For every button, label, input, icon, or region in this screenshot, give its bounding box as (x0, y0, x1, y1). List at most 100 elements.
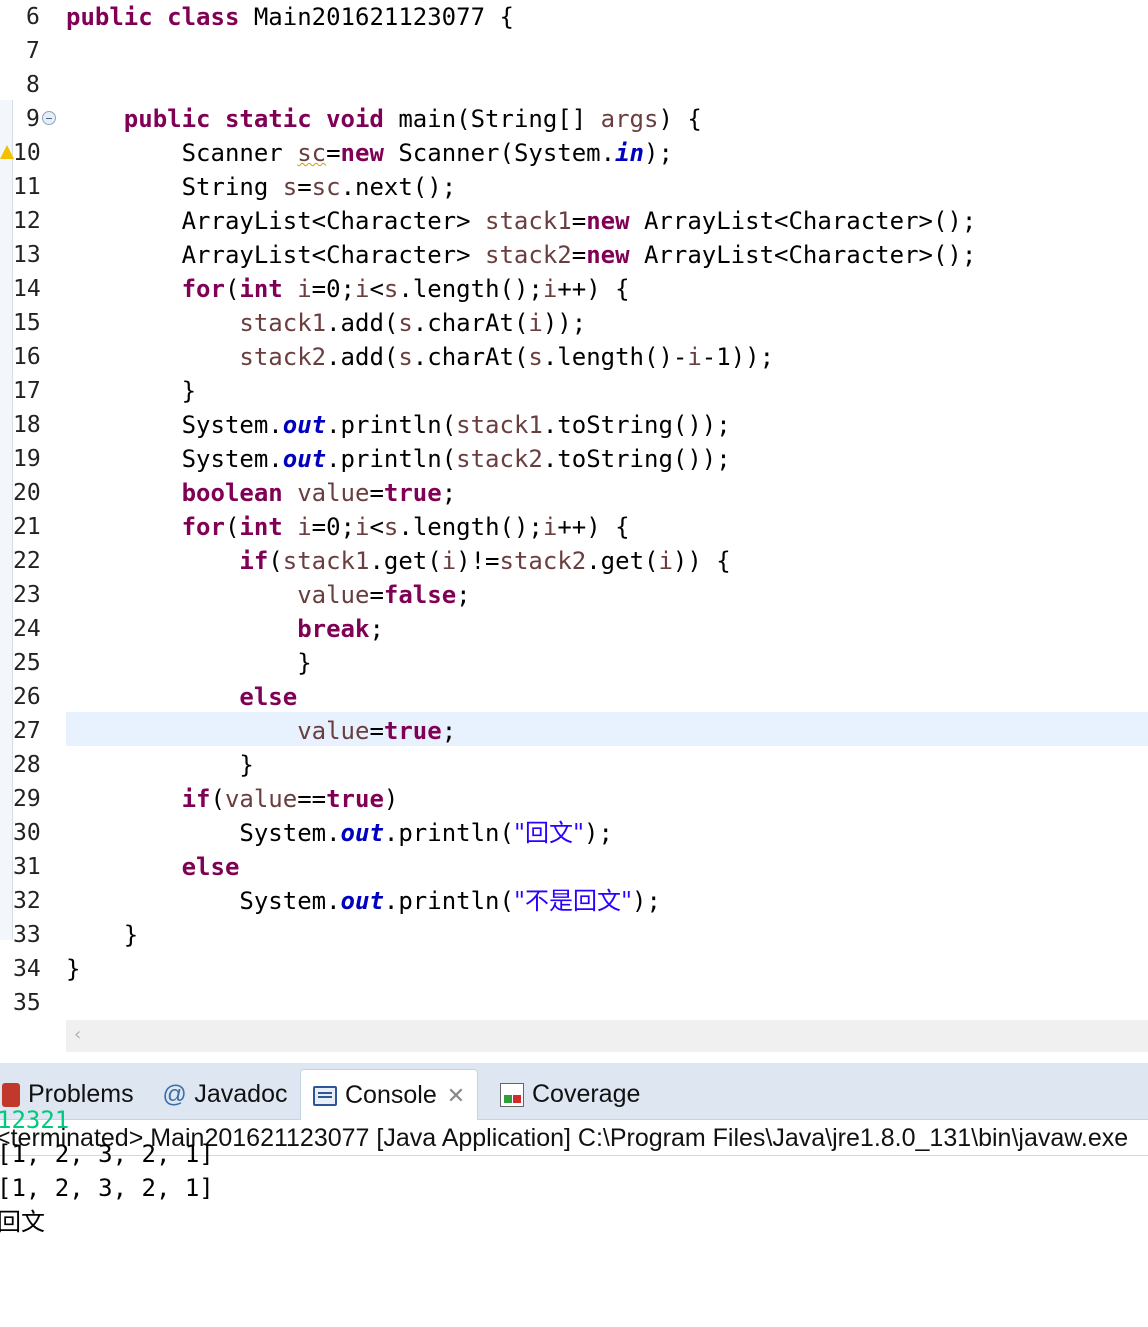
line-number: 33 (13, 922, 41, 948)
code-token: stack2 (239, 343, 327, 371)
code-token: ArrayList<Character> (66, 207, 486, 235)
code-line[interactable]: 22 if(stack1.get(i)!=stack2.get(i)) { (0, 544, 1148, 578)
code-line[interactable]: 31 else (0, 850, 1148, 884)
code-token: = (369, 479, 384, 507)
code-line[interactable]: 9 public static void main(String[] args)… (0, 102, 1148, 136)
code-line[interactable]: 32 System.out.println("不是回文"); (0, 884, 1148, 918)
code-token: .println( (326, 411, 457, 439)
line-number: 19 (13, 446, 41, 472)
code-token: ( (224, 275, 240, 303)
code-token: Scanner (66, 139, 298, 167)
horizontal-scrollbar[interactable]: ‹ (66, 1020, 1148, 1052)
code-line[interactable]: 21 for(int i=0;i<s.length();i++) { (0, 510, 1148, 544)
code-line[interactable]: 13 ArrayList<Character> stack2=new Array… (0, 238, 1148, 272)
code-text: if(value==true) (66, 782, 399, 816)
code-token: ( (224, 513, 240, 541)
code-line[interactable]: 15 stack1.add(s.charAt(i)); (0, 306, 1148, 340)
line-number: 16 (13, 344, 41, 370)
code-line[interactable]: 17 } (0, 374, 1148, 408)
code-token: i (542, 513, 558, 541)
code-token: i (542, 275, 558, 303)
code-line[interactable]: 30 System.out.println("回文"); (0, 816, 1148, 850)
code-line[interactable]: 8 (0, 68, 1148, 102)
fold-collapse-icon[interactable] (42, 111, 56, 125)
code-token: new (586, 241, 644, 269)
code-text: stack2.add(s.charAt(s.length()-i-1)); (66, 340, 774, 374)
code-token: .charAt( (412, 343, 529, 371)
code-token: boolean (181, 479, 298, 507)
tab-javadoc[interactable]: @ Javadoc (162, 1069, 288, 1119)
tab-label: Javadoc (194, 1080, 288, 1108)
code-line[interactable]: 14 for(int i=0;i<s.length();i++) { (0, 272, 1148, 306)
code-token: stack1 (485, 207, 572, 235)
code-token: < (369, 513, 384, 541)
code-line[interactable]: 29 if(value==true) (0, 782, 1148, 816)
code-token: .length(); (398, 513, 543, 541)
code-token: .next(); (340, 173, 457, 201)
console-icon (313, 1086, 337, 1107)
code-line[interactable]: 7 (0, 34, 1148, 68)
code-token: int (239, 513, 298, 541)
code-line[interactable]: 10 Scanner sc=new Scanner(System.in); (0, 136, 1148, 170)
code-token: )) { (672, 547, 731, 575)
line-number: 15 (13, 310, 41, 336)
line-number: 27 (13, 718, 41, 744)
line-number: 31 (13, 854, 41, 880)
code-line[interactable]: 27 value=true; (0, 714, 1148, 748)
code-line[interactable]: 35 (0, 986, 1148, 1020)
code-line[interactable]: 12 ArrayList<Character> stack1=new Array… (0, 204, 1148, 238)
code-token: main(String[] (398, 105, 601, 133)
code-token: .println( (383, 887, 514, 915)
code-line[interactable]: 19 System.out.println(stack2.toString())… (0, 442, 1148, 476)
code-line[interactable]: 16 stack2.add(s.charAt(s.length()-i-1)); (0, 340, 1148, 374)
code-line[interactable]: 11 String s=sc.next(); (0, 170, 1148, 204)
code-token: stack2 (485, 241, 572, 269)
code-token: System. (66, 819, 341, 847)
code-token: stack1 (456, 411, 543, 439)
code-token: i (658, 547, 673, 575)
code-line[interactable]: 18 System.out.println(stack1.toString())… (0, 408, 1148, 442)
close-icon[interactable]: ✕ (447, 1071, 465, 1121)
code-token: if (239, 547, 269, 575)
code-token: else (181, 853, 240, 881)
tab-console[interactable]: Console ✕ (300, 1069, 479, 1121)
code-editor[interactable]: 6 public class Main201621123077 {7 8 9 publ… (0, 0, 1148, 1053)
warning-icon[interactable] (0, 145, 14, 159)
code-line[interactable]: 24 break; (0, 612, 1148, 646)
line-number: 17 (13, 378, 41, 404)
code-line[interactable]: 28 } (0, 748, 1148, 782)
scroll-left-icon[interactable]: ‹ (74, 1024, 81, 1045)
code-token: } (66, 921, 139, 949)
tab-coverage[interactable]: Coverage (500, 1069, 640, 1119)
code-token: true (383, 479, 442, 507)
code-token: ( (210, 785, 225, 813)
line-number: 14 (13, 276, 41, 302)
code-token: new (586, 207, 644, 235)
code-token: ++) { (557, 513, 630, 541)
code-line[interactable]: 25 } (0, 646, 1148, 680)
bottom-views-panel: Problems @ Javadoc Console ✕ Coverage <ter… (0, 1053, 1148, 1327)
code-token: .length()- (542, 343, 688, 371)
line-number: 21 (13, 514, 41, 540)
tab-label: Coverage (532, 1080, 641, 1108)
code-line[interactable]: 23 value=false; (0, 578, 1148, 612)
code-token: sc (297, 139, 327, 167)
code-token: value (297, 717, 370, 745)
code-token: value (297, 479, 370, 507)
line-number: 11 (13, 174, 41, 200)
code-token: stack2 (499, 547, 587, 575)
code-line[interactable]: 33 } (0, 918, 1148, 952)
code-token: s (398, 343, 413, 371)
code-line[interactable]: 34} (0, 952, 1148, 986)
code-token: System. (66, 445, 283, 473)
code-line[interactable]: 26 else (0, 680, 1148, 714)
code-token: Scanner(System. (398, 139, 616, 167)
code-line[interactable]: 20 boolean value=true; (0, 476, 1148, 510)
tab-label: Console (345, 1081, 437, 1109)
code-line[interactable]: 6 public class Main201621123077 { (0, 0, 1148, 34)
line-number: 20 (13, 480, 41, 506)
